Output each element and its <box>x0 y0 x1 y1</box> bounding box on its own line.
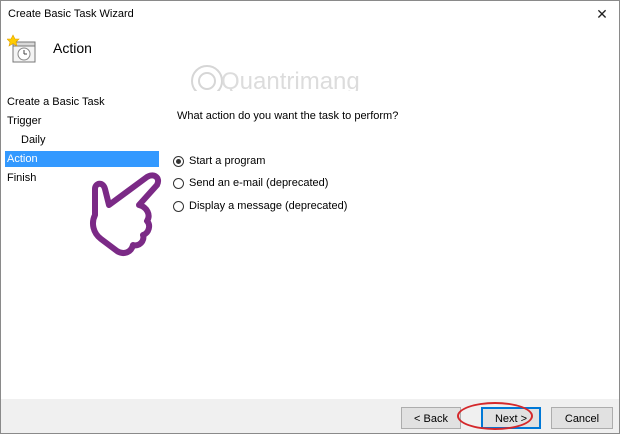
cancel-button[interactable]: Cancel <box>551 407 613 429</box>
wizard-header: Action <box>1 27 619 87</box>
option-start-program[interactable]: Start a program <box>173 153 265 169</box>
nav-step-action[interactable]: Action <box>5 151 159 167</box>
page-title: Action <box>53 40 92 56</box>
back-button[interactable]: < Back <box>401 407 461 429</box>
close-icon[interactable]: ✕ <box>591 3 613 25</box>
radio-display-message[interactable] <box>173 200 184 212</box>
title-bar: Create Basic Task Wizard ✕ <box>1 1 619 27</box>
option-label-display-message: Display a message (deprecated) <box>189 200 348 212</box>
pointing-hand-icon <box>90 172 161 256</box>
radio-send-email[interactable] <box>173 177 184 189</box>
option-send-email[interactable]: Send an e-mail (deprecated) <box>173 175 328 191</box>
next-button[interactable]: Next > <box>481 407 541 429</box>
option-label-start-program: Start a program <box>189 155 266 167</box>
action-content: What action do you want the task to perf… <box>159 91 619 401</box>
nav-step-daily[interactable]: Daily <box>5 132 159 148</box>
wizard-window: Create Basic Task Wizard ✕ Action Quantr… <box>0 0 620 434</box>
option-display-message[interactable]: Display a message (deprecated) <box>173 198 347 214</box>
window-title: Create Basic Task Wizard <box>8 8 134 20</box>
wizard-footer: < Back Next > Cancel <box>1 399 619 433</box>
action-question: What action do you want the task to perf… <box>177 110 399 122</box>
option-label-send-email: Send an e-mail (deprecated) <box>189 177 329 189</box>
nav-step-create-basic-task[interactable]: Create a Basic Task <box>5 94 159 110</box>
nav-step-trigger[interactable]: Trigger <box>5 113 159 129</box>
task-scheduler-icon <box>7 34 36 63</box>
radio-start-program[interactable] <box>173 155 184 167</box>
